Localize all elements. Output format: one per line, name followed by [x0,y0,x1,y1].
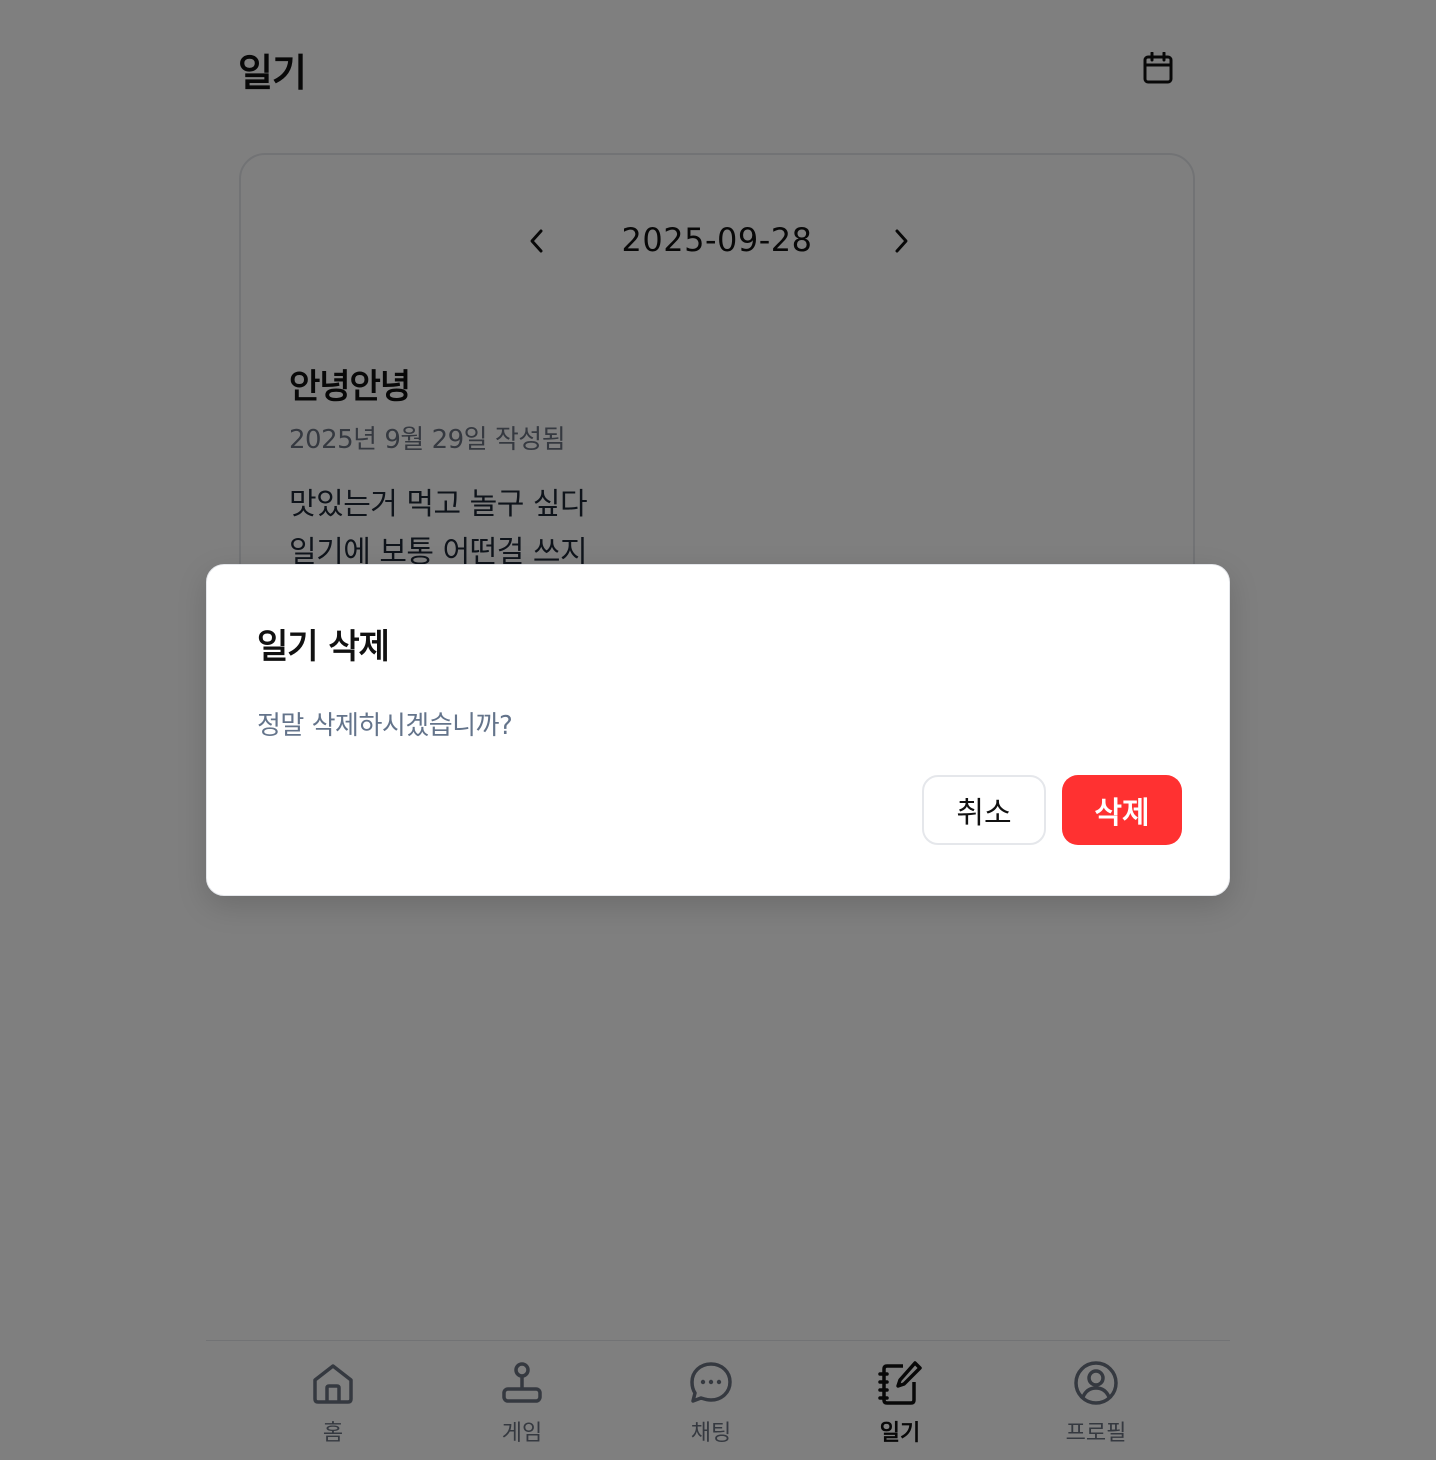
dialog-title: 일기 삭제 [257,627,390,667]
delete-button[interactable]: 삭제 [1062,775,1182,845]
dialog-message: 정말 삭제하시겠습니까? [257,711,513,741]
cancel-button[interactable]: 취소 [922,775,1046,845]
delete-confirm-dialog: 일기 삭제 정말 삭제하시겠습니까? 취소 삭제 [206,564,1230,896]
